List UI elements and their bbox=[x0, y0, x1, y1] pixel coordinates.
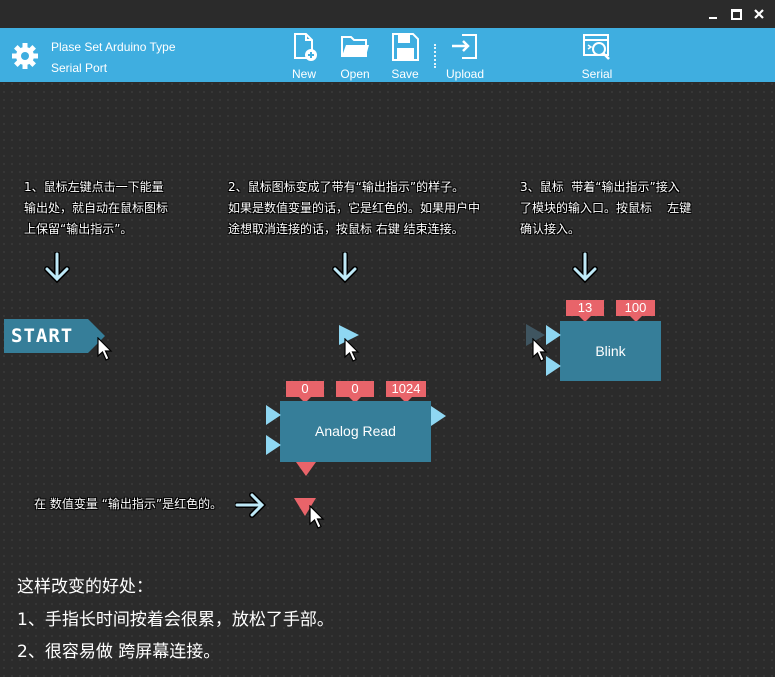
param-value[interactable]: 1024 bbox=[386, 381, 426, 403]
input-port[interactable] bbox=[266, 405, 282, 425]
input-port[interactable] bbox=[266, 435, 282, 455]
title-bar bbox=[0, 0, 775, 28]
save-button[interactable]: Save bbox=[375, 32, 435, 82]
down-arrow-icon bbox=[572, 252, 598, 284]
down-arrow-icon bbox=[332, 252, 358, 284]
upload-icon bbox=[452, 34, 477, 59]
folder-icon bbox=[341, 36, 369, 57]
upload-button[interactable]: Upload bbox=[435, 32, 495, 82]
start-block[interactable]: START bbox=[4, 319, 106, 353]
upload-label: Upload bbox=[445, 67, 485, 81]
benefit-item: 1、手指长时间按着会很累，放松了手部。 bbox=[17, 610, 334, 630]
value-output-port[interactable] bbox=[296, 462, 316, 476]
param-value[interactable]: 13 bbox=[566, 300, 604, 322]
minimize-icon[interactable] bbox=[702, 3, 724, 25]
mouse-cursor-icon bbox=[309, 505, 325, 529]
toolbar: Plase Set Arduino Type Serial Port New O… bbox=[0, 28, 775, 82]
right-arrow-icon bbox=[235, 492, 267, 518]
serial-port-label[interactable]: Serial Port bbox=[51, 61, 107, 75]
red-indicator-note: 在 数值变量 “输出指示”是红色的。 bbox=[34, 497, 223, 511]
step2-note: 2、鼠标图标变成了带有“输出指示”的样子。 如果是数值变量的话，它是红色的。如果… bbox=[228, 180, 481, 236]
serial-button[interactable]: Serial bbox=[567, 32, 627, 82]
step3-note: 3、鼠标 带着“输出指示”接入 了模块的输入口。按鼠标 左键 确认接入。 bbox=[520, 180, 692, 236]
close-icon[interactable] bbox=[748, 3, 770, 25]
param-value[interactable]: 0 bbox=[336, 381, 374, 403]
output-port[interactable] bbox=[431, 406, 447, 426]
save-label: Save bbox=[391, 67, 419, 81]
analog-read-block[interactable]: Analog Read bbox=[280, 401, 431, 462]
analog-read-title: Analog Read bbox=[315, 423, 396, 439]
blink-block[interactable]: Blink bbox=[560, 321, 661, 381]
maximize-icon[interactable] bbox=[725, 3, 747, 25]
gear-icon[interactable] bbox=[11, 42, 39, 70]
start-label: START bbox=[11, 325, 74, 347]
new-file-icon bbox=[294, 33, 317, 61]
mouse-cursor-icon bbox=[344, 338, 360, 362]
benefit-item: 2、很容易做 跨屏幕连接。 bbox=[17, 642, 221, 662]
serial-label: Serial bbox=[581, 67, 613, 81]
save-icon bbox=[392, 33, 419, 61]
param-value[interactable]: 0 bbox=[286, 381, 324, 403]
blink-title: Blink bbox=[595, 343, 626, 359]
serial-monitor-icon bbox=[583, 34, 610, 60]
benefits-heading: 这样改变的好处： bbox=[17, 577, 153, 597]
mouse-cursor-icon bbox=[532, 338, 548, 362]
down-arrow-icon bbox=[44, 252, 70, 284]
param-value[interactable]: 100 bbox=[616, 300, 655, 322]
mouse-cursor-icon bbox=[97, 337, 113, 361]
arduino-type-label[interactable]: Plase Set Arduino Type bbox=[51, 40, 176, 54]
step1-note: 1、鼠标左键点击一下能量 输出处，就自动在鼠标图标 上保留“输出指示”。 bbox=[24, 180, 169, 236]
